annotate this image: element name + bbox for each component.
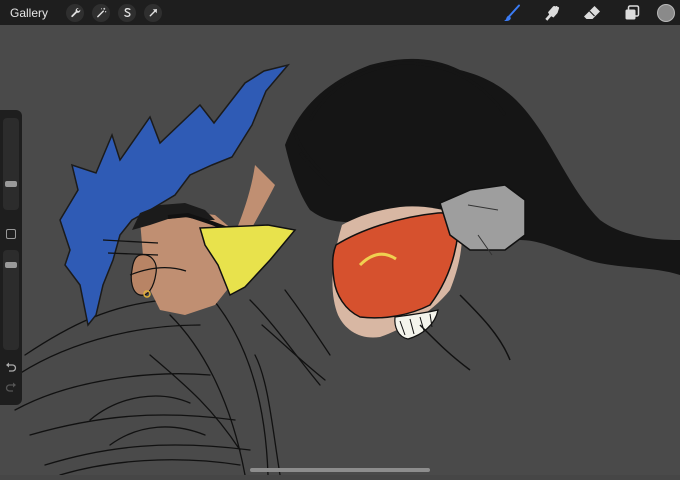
wrench-icon (70, 8, 80, 18)
adjustments-button[interactable] (92, 3, 111, 22)
gallery-button[interactable]: Gallery (10, 6, 48, 20)
opacity-thumb[interactable] (5, 262, 17, 268)
selection-button[interactable] (118, 3, 137, 22)
selection-s-icon (123, 7, 131, 17)
undo-arrow-icon[interactable] (5, 361, 17, 373)
eraser-icon (584, 5, 600, 19)
home-indicator (250, 468, 430, 472)
color-picker-button[interactable] (657, 3, 675, 22)
brush-size-thumb[interactable] (5, 181, 17, 187)
brush-tool-button[interactable] (501, 2, 523, 24)
layers-icon (625, 4, 640, 19)
transform-button[interactable] (144, 3, 163, 22)
left-sidebar (0, 110, 22, 405)
artwork (9, 58, 680, 476)
drawing-canvas[interactable] (0, 25, 680, 476)
brush-icon (504, 4, 520, 21)
transform-arrow-icon (149, 9, 157, 17)
smudge-icon (545, 5, 560, 21)
top-toolbar: Gallery (0, 0, 680, 25)
magic-wand-icon (96, 7, 106, 18)
actions-button[interactable] (66, 3, 85, 22)
smudge-tool-button[interactable] (541, 2, 563, 24)
brush-size-slider[interactable] (3, 118, 19, 210)
right-toolbar (483, 0, 680, 25)
redo-arrow-icon[interactable] (5, 381, 17, 393)
eraser-tool-button[interactable] (581, 2, 603, 24)
layers-button[interactable] (621, 2, 643, 24)
modify-button[interactable] (6, 229, 16, 239)
opacity-slider[interactable] (3, 250, 19, 350)
